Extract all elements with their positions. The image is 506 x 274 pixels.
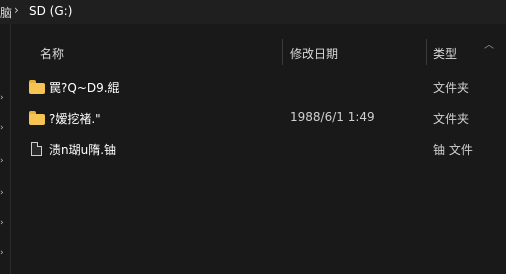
folder-icon bbox=[29, 80, 45, 94]
breadcrumb-chevron-icon[interactable]: › bbox=[14, 3, 19, 17]
nav-expand-chevron-icon[interactable]: › bbox=[0, 94, 6, 103]
file-name: 渍n瑚u隋.铀 bbox=[49, 143, 117, 157]
address-bar[interactable]: 脑 › SD (G:) bbox=[0, 0, 506, 24]
navigation-pane: › › › › › › bbox=[0, 24, 10, 274]
breadcrumb-current[interactable]: SD (G:) bbox=[29, 4, 72, 18]
nav-expand-chevron-icon[interactable]: › bbox=[0, 219, 6, 228]
file-explorer-window: 脑 › SD (G:) › › › › › › ︿ 名称 修改日期 类型 罠?Q… bbox=[0, 0, 506, 274]
file-name: ?嫒挖褚." bbox=[49, 112, 101, 126]
file-date: 1988/6/1 1:49 bbox=[290, 110, 375, 124]
nav-expand-chevron-icon[interactable]: › bbox=[0, 189, 6, 198]
column-header-type[interactable]: 类型 bbox=[433, 45, 457, 62]
folder-icon bbox=[29, 111, 45, 125]
breadcrumb-previous[interactable]: 脑 bbox=[0, 4, 12, 21]
column-header-date[interactable]: 修改日期 bbox=[290, 45, 338, 62]
file-list-item[interactable]: ?嫒挖褚." 1988/6/1 1:49 文件夹 bbox=[11, 103, 506, 134]
nav-expand-chevron-icon[interactable]: › bbox=[0, 157, 6, 166]
file-list-item[interactable]: 罠?Q~D9.緄 文件夹 bbox=[11, 72, 506, 103]
file-icon bbox=[31, 142, 42, 156]
column-resize-handle[interactable] bbox=[426, 39, 427, 65]
file-type: 文件夹 bbox=[433, 112, 470, 126]
file-type: 铀 文件 bbox=[433, 143, 473, 157]
file-type: 文件夹 bbox=[433, 81, 470, 95]
nav-expand-chevron-icon[interactable]: › bbox=[0, 124, 6, 133]
file-list-item[interactable]: 渍n瑚u隋.铀 铀 文件 bbox=[11, 134, 506, 165]
column-header: ︿ 名称 修改日期 类型 bbox=[11, 24, 506, 79]
column-header-name[interactable]: 名称 bbox=[40, 45, 64, 62]
sort-chevron-up-icon[interactable]: ︿ bbox=[484, 36, 494, 51]
column-resize-handle[interactable] bbox=[282, 39, 283, 65]
nav-expand-chevron-icon[interactable]: › bbox=[0, 249, 6, 258]
file-name: 罠?Q~D9.緄 bbox=[49, 81, 120, 95]
